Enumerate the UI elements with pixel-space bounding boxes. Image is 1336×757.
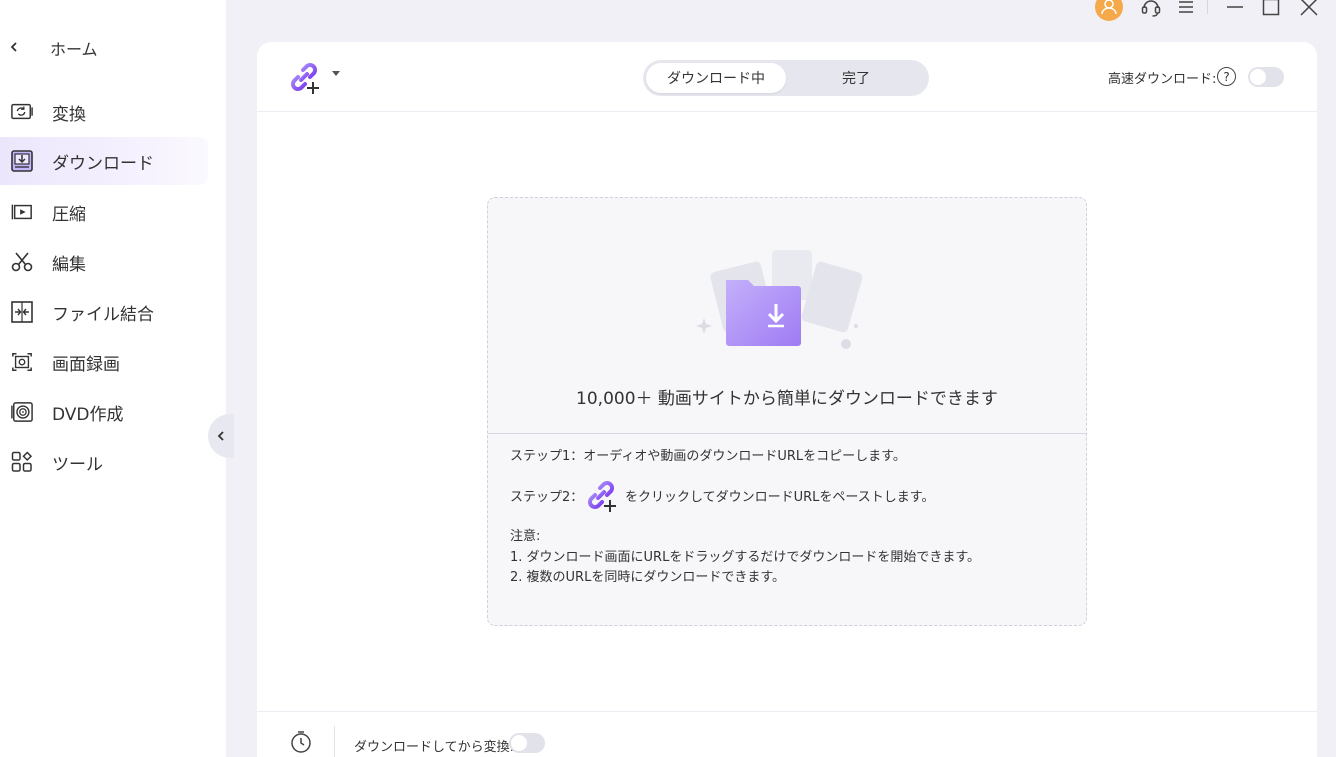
timer-icon[interactable]: [290, 730, 312, 753]
close-icon[interactable]: [1296, 0, 1322, 20]
home-label: ホーム: [50, 40, 98, 59]
sidebar-item-screen-record[interactable]: 画面録画: [0, 338, 208, 386]
toggle-knob: [1250, 69, 1266, 85]
sidebar-item-dvd[interactable]: DVD作成: [0, 388, 208, 436]
tab-completed[interactable]: 完了: [786, 63, 926, 93]
toolbox-icon: [11, 451, 33, 473]
download-panel: ダウンロード中 完了 高速ダウンロード: ? 10,000＋ 動画サイトから簡単…: [257, 42, 1317, 757]
sidebar-item-convert[interactable]: 変換: [0, 88, 208, 136]
note-title: 注意:: [510, 529, 541, 544]
download-icon: [11, 150, 33, 172]
step-2-text: をクリックしてダウンロードURLをペーストします。: [625, 490, 935, 505]
convert-after-download-label: ダウンロードしてから変換:: [354, 740, 514, 755]
sidebar-item-download[interactable]: ダウンロード: [0, 137, 208, 185]
note-2-text: 2. 複数のURLを同時にダウンロードできます。: [510, 570, 786, 585]
convert-icon: [11, 101, 33, 123]
sidebar-item-label: ファイル結合: [52, 304, 154, 325]
dvd-icon: [11, 401, 33, 423]
user-avatar-icon[interactable]: [1094, 0, 1124, 21]
drop-zone-top: 10,000＋ 動画サイトから簡単にダウンロードできます: [488, 198, 1086, 434]
support-headset-icon[interactable]: [1138, 0, 1164, 20]
sidebar-item-label: 編集: [52, 254, 86, 275]
sidebar-item-label: ツール: [52, 454, 103, 475]
chevron-left-icon: [217, 431, 224, 441]
link-add-icon: [586, 480, 620, 514]
maximize-icon[interactable]: [1258, 0, 1284, 20]
help-icon[interactable]: ?: [1217, 67, 1236, 86]
sidebar: ホーム 変換 ダウンロード 圧縮 編集 ファイル結合 画面録画 DVD作成 ツー…: [0, 0, 226, 757]
sidebar-item-label: ダウンロード: [52, 153, 154, 174]
link-add-icon: [291, 63, 319, 94]
footer-divider: [334, 726, 335, 757]
tab-downloading[interactable]: ダウンロード中: [646, 63, 786, 93]
sidebar-item-tools[interactable]: ツール: [0, 438, 208, 486]
sidebar-item-compress[interactable]: 圧縮: [0, 188, 208, 236]
menu-icon[interactable]: [1174, 0, 1198, 20]
screen-record-icon: [11, 351, 33, 373]
title-bar-divider: [1207, 0, 1208, 14]
sidebar-item-label: DVD作成: [52, 404, 124, 425]
sidebar-item-label: 画面録画: [52, 354, 120, 375]
drop-zone-title: 10,000＋ 動画サイトから簡単にダウンロードできます: [576, 389, 998, 409]
sidebar-item-edit[interactable]: 編集: [0, 238, 208, 286]
panel-header: ダウンロード中 完了 高速ダウンロード: ?: [257, 42, 1317, 112]
sidebar-item-merge[interactable]: ファイル結合: [0, 288, 208, 336]
chevron-left-icon: [10, 41, 18, 55]
sidebar-item-label: 圧縮: [52, 204, 86, 225]
add-url-dropdown[interactable]: [331, 70, 341, 81]
panel-footer: ダウンロードしてから変換:: [257, 711, 1317, 757]
url-drop-zone[interactable]: 10,000＋ 動画サイトから簡単にダウンロードできます ステップ1：オーディオ…: [487, 197, 1087, 626]
convert-after-download-toggle[interactable]: [509, 733, 545, 753]
minimize-icon[interactable]: [1222, 0, 1248, 20]
step-1-text: ステップ1：オーディオや動画のダウンロードURLをコピーします。: [510, 449, 906, 464]
merge-icon: [11, 301, 33, 323]
download-status-tabs: ダウンロード中 完了: [643, 60, 929, 96]
step-2-prefix: ステップ2：: [510, 490, 584, 505]
sidebar-item-label: 変換: [52, 104, 86, 125]
compress-icon: [11, 201, 33, 223]
home-link[interactable]: ホーム: [0, 30, 226, 66]
add-url-button[interactable]: [289, 62, 323, 96]
note-1-text: 1. ダウンロード画面にURLをドラッグするだけでダウンロードを開始できます。: [510, 550, 981, 565]
scissors-icon: [11, 251, 33, 273]
download-folder-illustration: [696, 246, 876, 356]
fast-download-label: 高速ダウンロード:: [1108, 72, 1217, 87]
fast-download-toggle[interactable]: [1248, 67, 1284, 87]
title-bar: [1076, 0, 1336, 22]
toggle-knob: [511, 735, 527, 751]
caret-down-icon: [332, 71, 340, 76]
